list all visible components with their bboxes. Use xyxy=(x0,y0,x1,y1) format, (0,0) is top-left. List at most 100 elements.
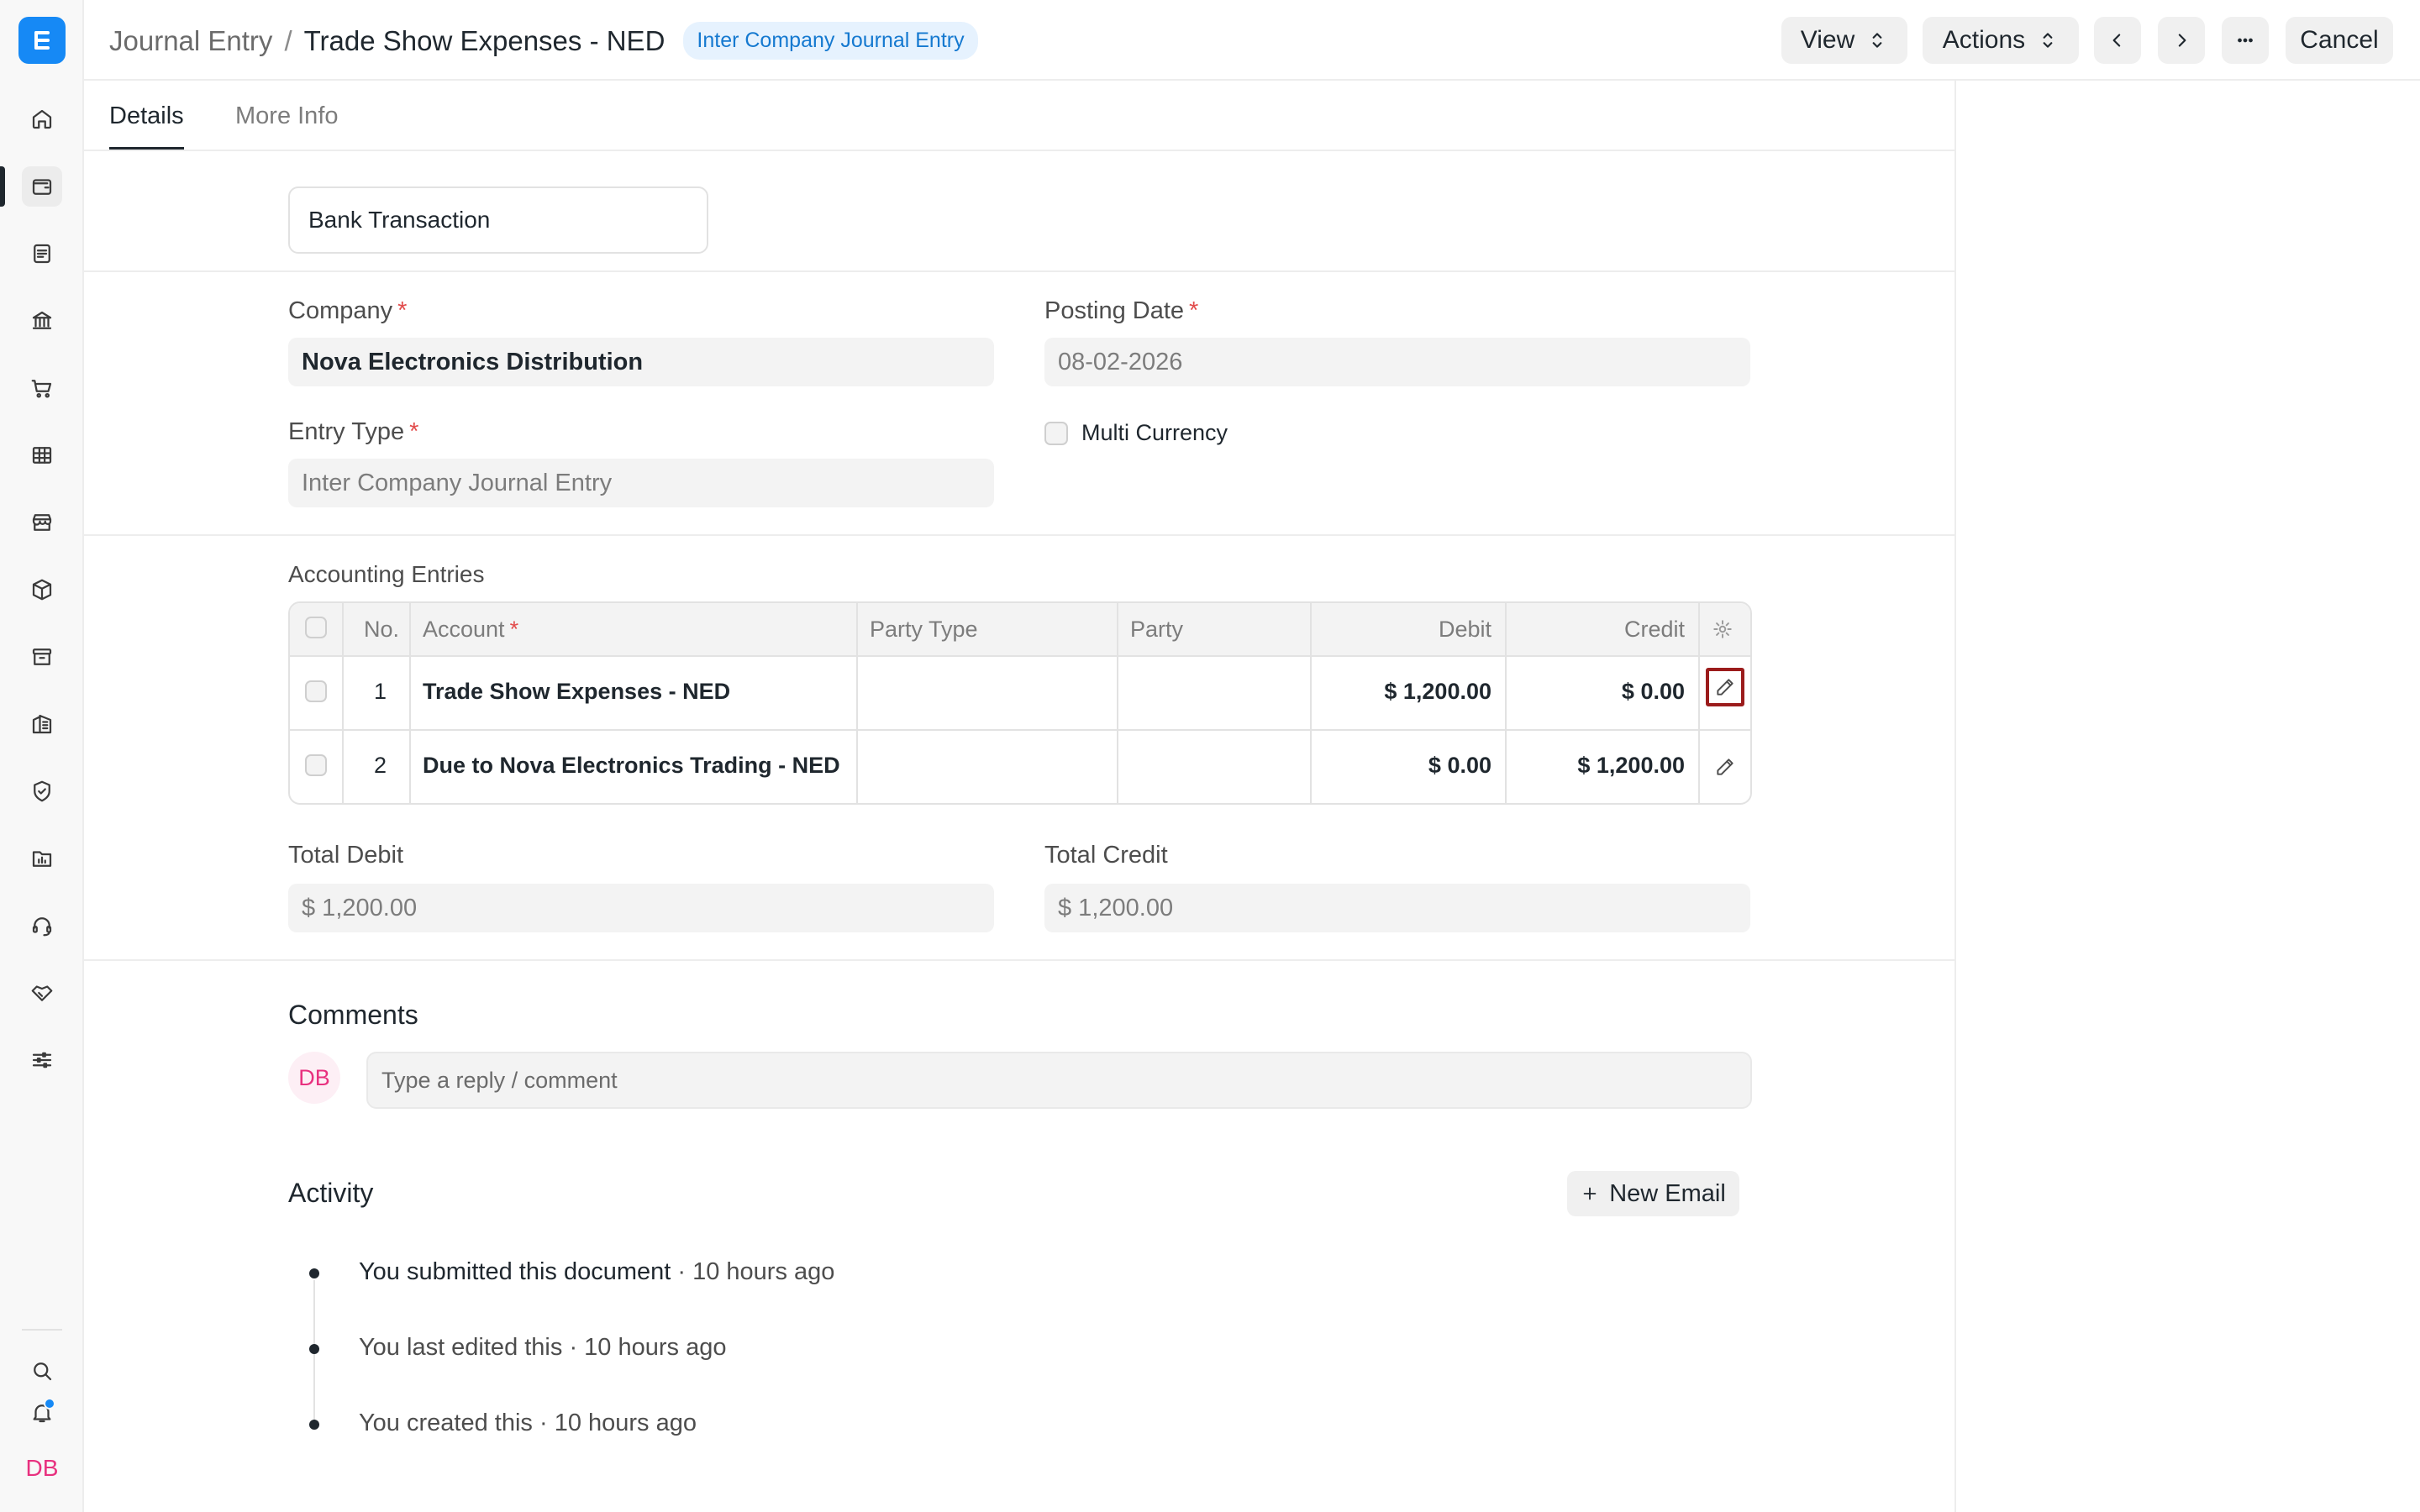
sidebar-search-button[interactable] xyxy=(22,1351,62,1391)
sidebar-item-crm[interactable] xyxy=(22,973,62,1013)
activity-heading: Activity xyxy=(288,1178,374,1208)
pencil-icon xyxy=(1717,679,1733,696)
sidebar-item-accounting[interactable] xyxy=(22,166,62,207)
plus-icon xyxy=(1583,1187,1597,1200)
required-mark: * xyxy=(509,617,519,642)
table-header: No. Account * Party Type Party Debit Cred… xyxy=(290,603,1750,657)
row-debit[interactable]: $ 1,200.00 xyxy=(1323,679,1491,705)
entry-type-field[interactable]: Inter Company Journal Entry xyxy=(288,459,994,507)
row-number: 1 xyxy=(374,679,387,704)
comment-input[interactable]: Type a reply / comment xyxy=(366,1052,1752,1109)
activity-item-time: · 10 hours ago xyxy=(532,1410,697,1436)
bank-transaction-button[interactable]: Bank Transaction xyxy=(288,186,708,254)
sidebar-item-home[interactable] xyxy=(22,99,62,139)
user-avatar[interactable]: DB xyxy=(22,1448,62,1488)
activity-item: You submitted this document · 10 hours a… xyxy=(359,1258,834,1286)
total-credit-field: $ 1,200.00 xyxy=(1044,884,1750,932)
column-header-debit: Debit xyxy=(1438,617,1491,642)
row-account[interactable]: Due to Nova Electronics Trading - NED xyxy=(423,753,840,779)
chevron-right-icon xyxy=(2178,34,2186,47)
company-field[interactable]: Nova Electronics Distribution xyxy=(288,338,994,386)
breadcrumb-parent-link[interactable]: Journal Entry xyxy=(109,25,272,57)
headset-icon xyxy=(32,917,52,937)
row-account[interactable]: Trade Show Expenses - NED xyxy=(423,679,730,705)
posting-date-label: Posting Date * xyxy=(1044,297,1198,325)
section-divider xyxy=(84,959,1954,961)
previous-record-button[interactable] xyxy=(2094,17,2141,64)
next-record-button[interactable] xyxy=(2158,17,2205,64)
sidebar-item-store[interactable] xyxy=(22,502,62,543)
sidebar-item-projects[interactable] xyxy=(22,838,62,879)
page-header: Journal Entry / Trade Show Expenses - NE… xyxy=(84,0,2420,81)
form-tabs: Details More Info xyxy=(84,82,1954,151)
archive-icon xyxy=(32,648,52,665)
column-divider xyxy=(856,603,858,803)
activity-item-text: You created this xyxy=(359,1410,533,1436)
sidebar-item-stock[interactable] xyxy=(22,570,62,610)
row-checkbox[interactable] xyxy=(305,680,327,702)
ellipsis-icon xyxy=(2238,38,2253,43)
box-icon xyxy=(32,579,52,601)
column-header-credit: Credit xyxy=(1623,617,1685,642)
column-divider xyxy=(1505,603,1507,803)
column-divider xyxy=(1698,603,1700,803)
sidebar-item-quality[interactable] xyxy=(22,771,62,811)
view-button[interactable]: View xyxy=(1781,17,1907,64)
sidebar-item-support[interactable] xyxy=(22,906,62,946)
comment-avatar: DB xyxy=(288,1052,340,1104)
sidebar-item-archive[interactable] xyxy=(22,637,62,677)
table-row[interactable]: 2 Due to Nova Electronics Trading - NED … xyxy=(290,731,1750,803)
timeline-dot xyxy=(309,1420,319,1430)
row-credit[interactable]: $ 1,200.00 xyxy=(1517,753,1685,779)
posting-date-field[interactable]: 08-02-2026 xyxy=(1044,338,1750,386)
row-checkbox[interactable] xyxy=(305,754,327,776)
sidebar-active-indicator xyxy=(0,166,5,207)
total-credit-label: Total Credit xyxy=(1044,842,1168,869)
search-icon xyxy=(34,1362,52,1381)
app-logo[interactable] xyxy=(18,17,66,64)
tab-more-info[interactable]: More Info xyxy=(235,102,339,150)
more-options-button[interactable] xyxy=(2222,17,2269,64)
section-divider xyxy=(84,534,1954,536)
activity-item-time: · 10 hours ago xyxy=(562,1334,727,1361)
tab-details[interactable]: Details xyxy=(109,102,184,150)
sidebar-item-bank[interactable] xyxy=(22,301,62,341)
sidebar-notifications-button[interactable] xyxy=(22,1393,62,1433)
sidebar-item-buying[interactable] xyxy=(22,368,62,408)
actions-button-label: Actions xyxy=(1942,26,2026,54)
total-debit-label: Total Debit xyxy=(288,842,404,869)
sidebar-panel-divider xyxy=(1954,81,1956,1512)
total-debit-field: $ 1,200.00 xyxy=(288,884,994,932)
sidebar-item-table[interactable] xyxy=(22,435,62,475)
sidebar-item-assets[interactable] xyxy=(22,704,62,744)
building-icon xyxy=(32,714,52,734)
new-email-button[interactable]: New Email xyxy=(1567,1171,1739,1216)
accounting-icon xyxy=(32,179,52,195)
row-debit[interactable]: $ 0.00 xyxy=(1323,753,1491,779)
sidebar-item-settings[interactable] xyxy=(22,1040,62,1080)
view-button-label: View xyxy=(1800,26,1855,54)
sliders-icon xyxy=(32,1052,52,1068)
activity-timeline-line xyxy=(313,1280,315,1428)
home-icon xyxy=(32,109,52,129)
actions-button[interactable]: Actions xyxy=(1923,17,2079,64)
required-mark: * xyxy=(1189,297,1199,324)
multi-currency-checkbox[interactable] xyxy=(1044,422,1068,445)
activity-item-text: You last edited this xyxy=(359,1334,563,1361)
cart-icon xyxy=(31,380,52,398)
shield-icon xyxy=(34,780,50,802)
sidebar-item-documents[interactable] xyxy=(22,234,62,274)
select-all-checkbox[interactable] xyxy=(305,617,327,638)
table-row[interactable]: 1 Trade Show Expenses - NED $ 1,200.00 $… xyxy=(290,657,1750,731)
column-settings-button[interactable] xyxy=(1712,618,1733,644)
comments-heading: Comments xyxy=(288,1000,418,1030)
row-edit-button[interactable] xyxy=(1706,668,1744,706)
column-divider xyxy=(1117,603,1118,803)
row-edit-button[interactable] xyxy=(1714,756,1736,782)
chevron-updown-icon xyxy=(2043,33,2053,48)
table-icon xyxy=(32,447,52,464)
activity-item: You last edited this · 10 hours ago xyxy=(359,1334,726,1362)
notification-dot xyxy=(44,1398,55,1410)
cancel-button[interactable]: Cancel xyxy=(2286,17,2393,64)
row-credit[interactable]: $ 0.00 xyxy=(1517,679,1685,705)
